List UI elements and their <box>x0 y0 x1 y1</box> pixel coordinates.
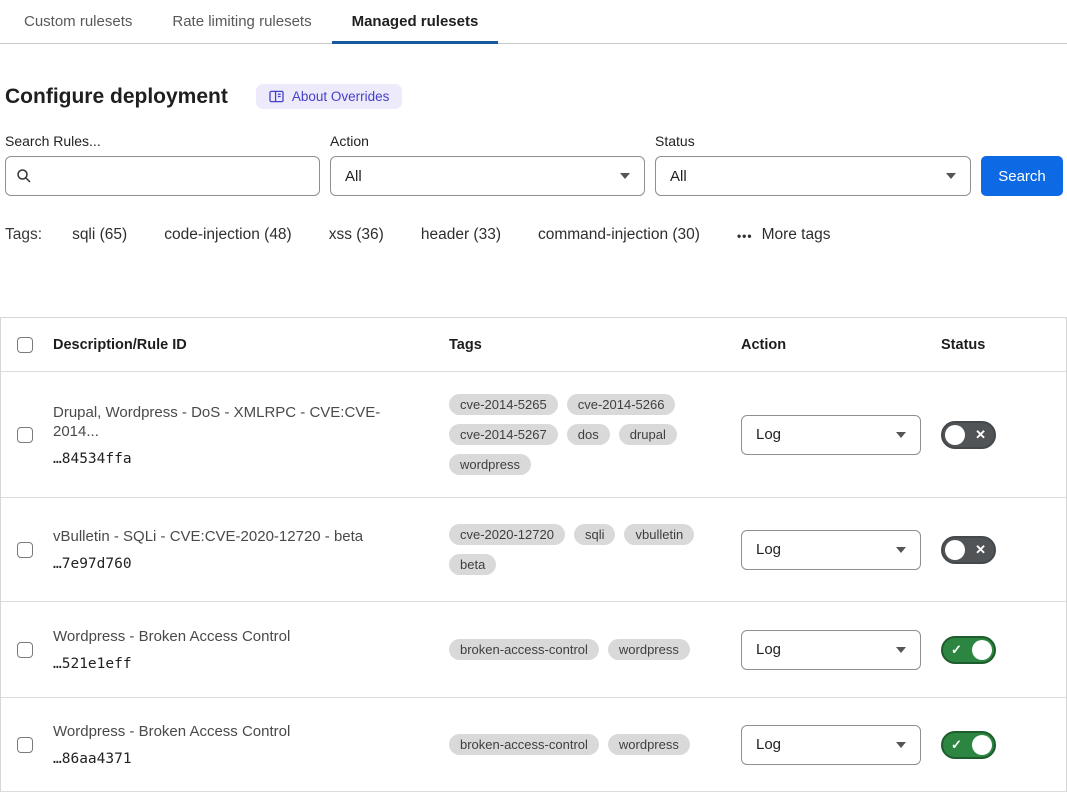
rule-tags: broken-access-control wordpress <box>449 734 741 755</box>
status-toggle[interactable]: ✓ ✕ <box>941 636 996 664</box>
more-tags-button[interactable]: ••• More tags <box>737 226 831 244</box>
tag-chip: cve-2014-5267 <box>449 424 558 445</box>
tag-chip: wordpress <box>449 454 531 475</box>
table-row: Wordpress - Broken Access Control …86aa4… <box>1 698 1066 792</box>
action-select-value: Log <box>756 426 781 443</box>
chevron-down-icon <box>896 547 906 553</box>
row-checkbox[interactable] <box>17 427 33 443</box>
row-checkbox[interactable] <box>17 642 33 658</box>
rule-id: …84534ffa <box>53 451 425 467</box>
tag-chip: sqli <box>574 524 616 545</box>
status-filter-label: Status <box>655 133 971 149</box>
table-row: Drupal, Wordpress - DoS - XMLRPC - CVE:C… <box>1 372 1066 498</box>
tag-filter-command-injection[interactable]: command-injection (30) <box>538 226 700 244</box>
chevron-down-icon <box>896 647 906 653</box>
table-row: vBulletin - SQLi - CVE:CVE-2020-12720 - … <box>1 498 1066 602</box>
chevron-down-icon <box>896 432 906 438</box>
tag-chip: broken-access-control <box>449 639 599 660</box>
rule-id: …521e1eff <box>53 656 425 672</box>
tag-chip: cve-2014-5266 <box>567 394 676 415</box>
search-box[interactable] <box>5 156 320 196</box>
action-select[interactable]: Log <box>741 415 921 455</box>
tag-chip: cve-2014-5265 <box>449 394 558 415</box>
book-icon <box>269 90 284 103</box>
rule-tags: cve-2020-12720 sqli vbulletin beta <box>449 524 741 575</box>
action-select[interactable]: Log <box>741 530 921 570</box>
about-overrides-label: About Overrides <box>292 89 390 104</box>
search-icon <box>16 168 32 184</box>
x-icon: ✕ <box>975 427 986 443</box>
status-filter-value: All <box>670 168 687 185</box>
chevron-down-icon <box>896 742 906 748</box>
page-title: Configure deployment <box>5 85 228 109</box>
tab-managed-rulesets[interactable]: Managed rulesets <box>332 0 499 43</box>
row-checkbox[interactable] <box>17 737 33 753</box>
search-rules-label: Search Rules... <box>5 133 320 149</box>
tag-chip: wordpress <box>608 734 690 755</box>
ruleset-tabbar: Custom rulesets Rate limiting rulesets M… <box>0 0 1067 44</box>
tag-filter-header[interactable]: header (33) <box>421 226 501 244</box>
rule-description: Drupal, Wordpress - DoS - XMLRPC - CVE:C… <box>53 403 425 442</box>
about-overrides-link[interactable]: About Overrides <box>256 84 403 109</box>
rule-description: Wordpress - Broken Access Control <box>53 627 425 647</box>
tag-chip: wordpress <box>608 639 690 660</box>
tag-chip: cve-2020-12720 <box>449 524 565 545</box>
column-header-status: Status <box>941 337 1066 353</box>
action-select-value: Log <box>756 736 781 753</box>
tags-bar: Tags: sqli (65) code-injection (48) xss … <box>5 226 1067 244</box>
tab-rate-limiting-rulesets[interactable]: Rate limiting rulesets <box>152 0 331 43</box>
tag-chip: drupal <box>619 424 677 445</box>
rule-tags: broken-access-control wordpress <box>449 639 741 660</box>
chevron-down-icon <box>620 173 630 179</box>
rule-description: Wordpress - Broken Access Control <box>53 722 425 742</box>
table-row: Wordpress - Broken Access Control …521e1… <box>1 602 1066 698</box>
status-toggle[interactable]: ✓ ✕ <box>941 421 996 449</box>
tag-chip: broken-access-control <box>449 734 599 755</box>
action-filter-value: All <box>345 168 362 185</box>
rule-id: …7e97d760 <box>53 556 425 572</box>
managed-rules-table: Description/Rule ID Tags Action Status D… <box>0 317 1067 792</box>
row-checkbox[interactable] <box>17 542 33 558</box>
toggle-knob <box>945 425 965 445</box>
tag-chip: vbulletin <box>624 524 694 545</box>
toggle-knob <box>945 540 965 560</box>
heading-row: Configure deployment About Overrides <box>5 84 1067 109</box>
tag-filter-code-injection[interactable]: code-injection (48) <box>164 226 292 244</box>
tags-bar-label: Tags: <box>5 226 42 244</box>
status-filter-select[interactable]: All <box>655 156 971 196</box>
column-header-description: Description/Rule ID <box>53 337 449 353</box>
select-all-checkbox[interactable] <box>17 337 33 353</box>
toggle-knob <box>972 640 992 660</box>
tab-custom-rulesets[interactable]: Custom rulesets <box>4 0 152 43</box>
action-select[interactable]: Log <box>741 630 921 670</box>
tag-chip: beta <box>449 554 496 575</box>
more-tags-label: More tags <box>762 226 831 244</box>
x-icon: ✕ <box>975 542 986 558</box>
status-toggle[interactable]: ✓ ✕ <box>941 731 996 759</box>
column-header-tags: Tags <box>449 337 741 353</box>
filter-bar: Search Rules... Action All Status All Se… <box>5 133 1063 196</box>
action-select[interactable]: Log <box>741 725 921 765</box>
tag-filter-xss[interactable]: xss (36) <box>329 226 384 244</box>
action-filter-select[interactable]: All <box>330 156 645 196</box>
tag-filter-sqli[interactable]: sqli (65) <box>72 226 127 244</box>
ellipsis-icon: ••• <box>737 229 753 243</box>
column-header-action: Action <box>741 337 941 353</box>
check-icon: ✓ <box>951 737 962 753</box>
rule-id: …86aa4371 <box>53 751 425 767</box>
toggle-knob <box>972 735 992 755</box>
rule-tags: cve-2014-5265 cve-2014-5266 cve-2014-526… <box>449 394 741 475</box>
status-toggle[interactable]: ✓ ✕ <box>941 536 996 564</box>
check-icon: ✓ <box>951 642 962 658</box>
search-rules-input[interactable] <box>40 168 309 185</box>
table-header-row: Description/Rule ID Tags Action Status <box>1 318 1066 372</box>
tag-chip: dos <box>567 424 610 445</box>
rule-description: vBulletin - SQLi - CVE:CVE-2020-12720 - … <box>53 527 425 547</box>
action-select-value: Log <box>756 541 781 558</box>
action-filter-label: Action <box>330 133 645 149</box>
search-button[interactable]: Search <box>981 156 1063 196</box>
action-select-value: Log <box>756 641 781 658</box>
chevron-down-icon <box>946 173 956 179</box>
